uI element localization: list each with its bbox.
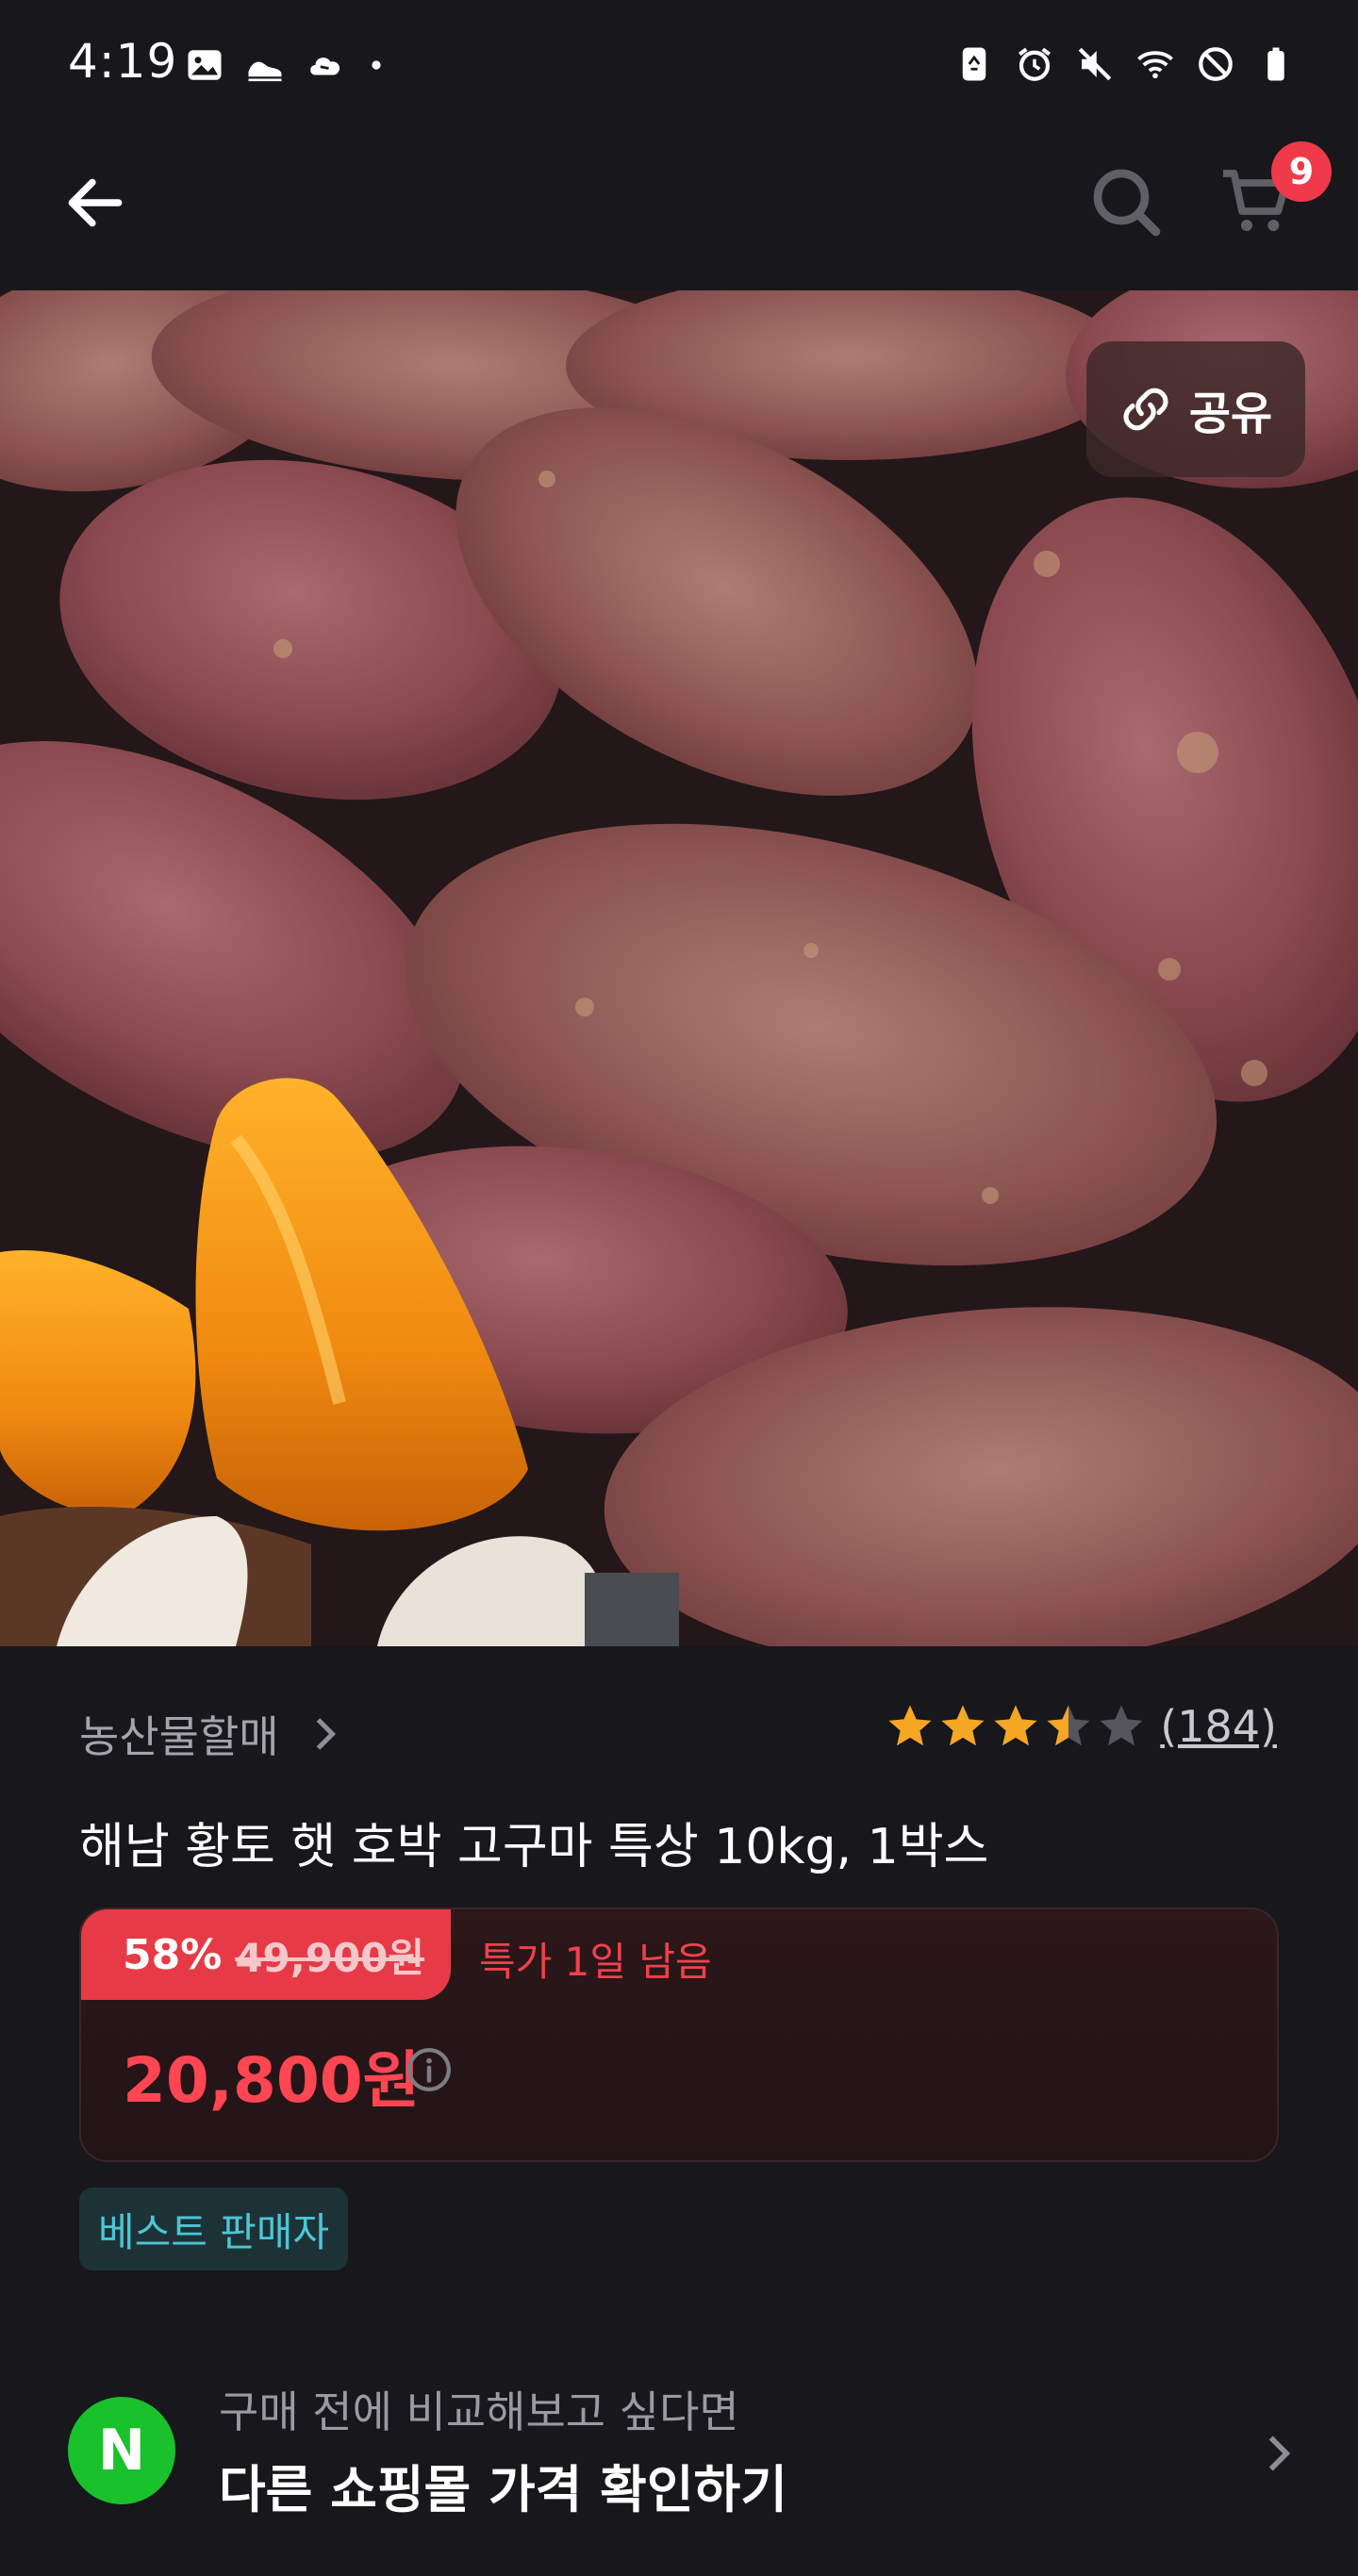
- back-button[interactable]: [53, 160, 138, 245]
- product-title: 해남 황토 햇 호박 고구마 특상 10kg, 1박스: [79, 1819, 989, 1875]
- star-half-icon: [1047, 1705, 1090, 1746]
- share-button[interactable]: 공유: [1086, 341, 1305, 477]
- no-disturb-icon: [1199, 47, 1233, 81]
- original-price: 49,900원: [235, 1934, 425, 1981]
- sweet-potato-illustration: [0, 290, 1358, 1646]
- search-button[interactable]: [1081, 157, 1171, 247]
- product-info: 농산물할매 (184) 해남 황토 햇 호박 고구마 특상 10kg, 1박스 …: [0, 1646, 1358, 2576]
- sale-price: 20,800원: [123, 2044, 421, 2117]
- discount-rate: 58%: [123, 1930, 223, 1979]
- status-left-icons: [185, 41, 387, 89]
- battery-icon: [1267, 47, 1284, 81]
- compare-title: 다른 쇼핑몰 가격 확인하기: [219, 2460, 787, 2519]
- status-time: 4:19: [68, 34, 178, 89]
- chevron-right-icon: [1268, 2436, 1291, 2471]
- share-label: 공유: [1188, 388, 1273, 440]
- cart-count-badge: 9: [1271, 141, 1332, 202]
- gallery-icon: [188, 50, 222, 80]
- naver-logo: N: [68, 2397, 175, 2504]
- product-image[interactable]: [0, 290, 1358, 1646]
- status-bar: 4:19: [0, 0, 1358, 128]
- price-box: 58% 49,900원 특가 1일 남음 20,800원: [79, 1907, 1279, 2162]
- top-nav: [0, 128, 1358, 290]
- wifi-icon: [1137, 51, 1173, 79]
- star-full-icon: [941, 1705, 985, 1746]
- compare-subtitle: 구매 전에 비교해보고 싶다면: [219, 2386, 739, 2437]
- cloud-icon: [310, 58, 340, 75]
- dot-icon: [372, 60, 381, 70]
- star-empty-icon: [1100, 1705, 1143, 1746]
- arrow-left-icon: [68, 178, 123, 227]
- discount-tab: 58% 49,900원: [81, 1909, 451, 2000]
- link-icon: [1123, 388, 1168, 431]
- naver-logo-letter: N: [97, 2418, 146, 2484]
- status-right-icons: [954, 40, 1296, 89]
- star-full-icon: [994, 1705, 1037, 1746]
- alarm-icon: [1018, 47, 1052, 81]
- price-compare-link[interactable]: N 구매 전에 비교해보고 싶다면 다른 쇼핑몰 가격 확인하기: [0, 2363, 1358, 2551]
- star-rating: [885, 1701, 1147, 1752]
- deal-remaining: 특가 1일 남음: [479, 1939, 712, 1985]
- info-icon[interactable]: [406, 2046, 453, 2093]
- review-count[interactable]: (184): [1160, 1701, 1277, 1752]
- search-icon: [1093, 169, 1161, 237]
- chevron-right-icon: [316, 1718, 336, 1750]
- seller-link[interactable]: 농산물할매: [79, 1703, 338, 1765]
- best-seller-badge: 베스트 판매자: [79, 2188, 349, 2271]
- rating[interactable]: (184): [885, 1701, 1277, 1752]
- mute-icon: [1078, 47, 1112, 81]
- seller-name: 농산물할매: [79, 1711, 279, 1762]
- star-full-icon: [888, 1705, 932, 1746]
- shoe-icon: [248, 61, 282, 82]
- recycle-icon: [962, 47, 986, 81]
